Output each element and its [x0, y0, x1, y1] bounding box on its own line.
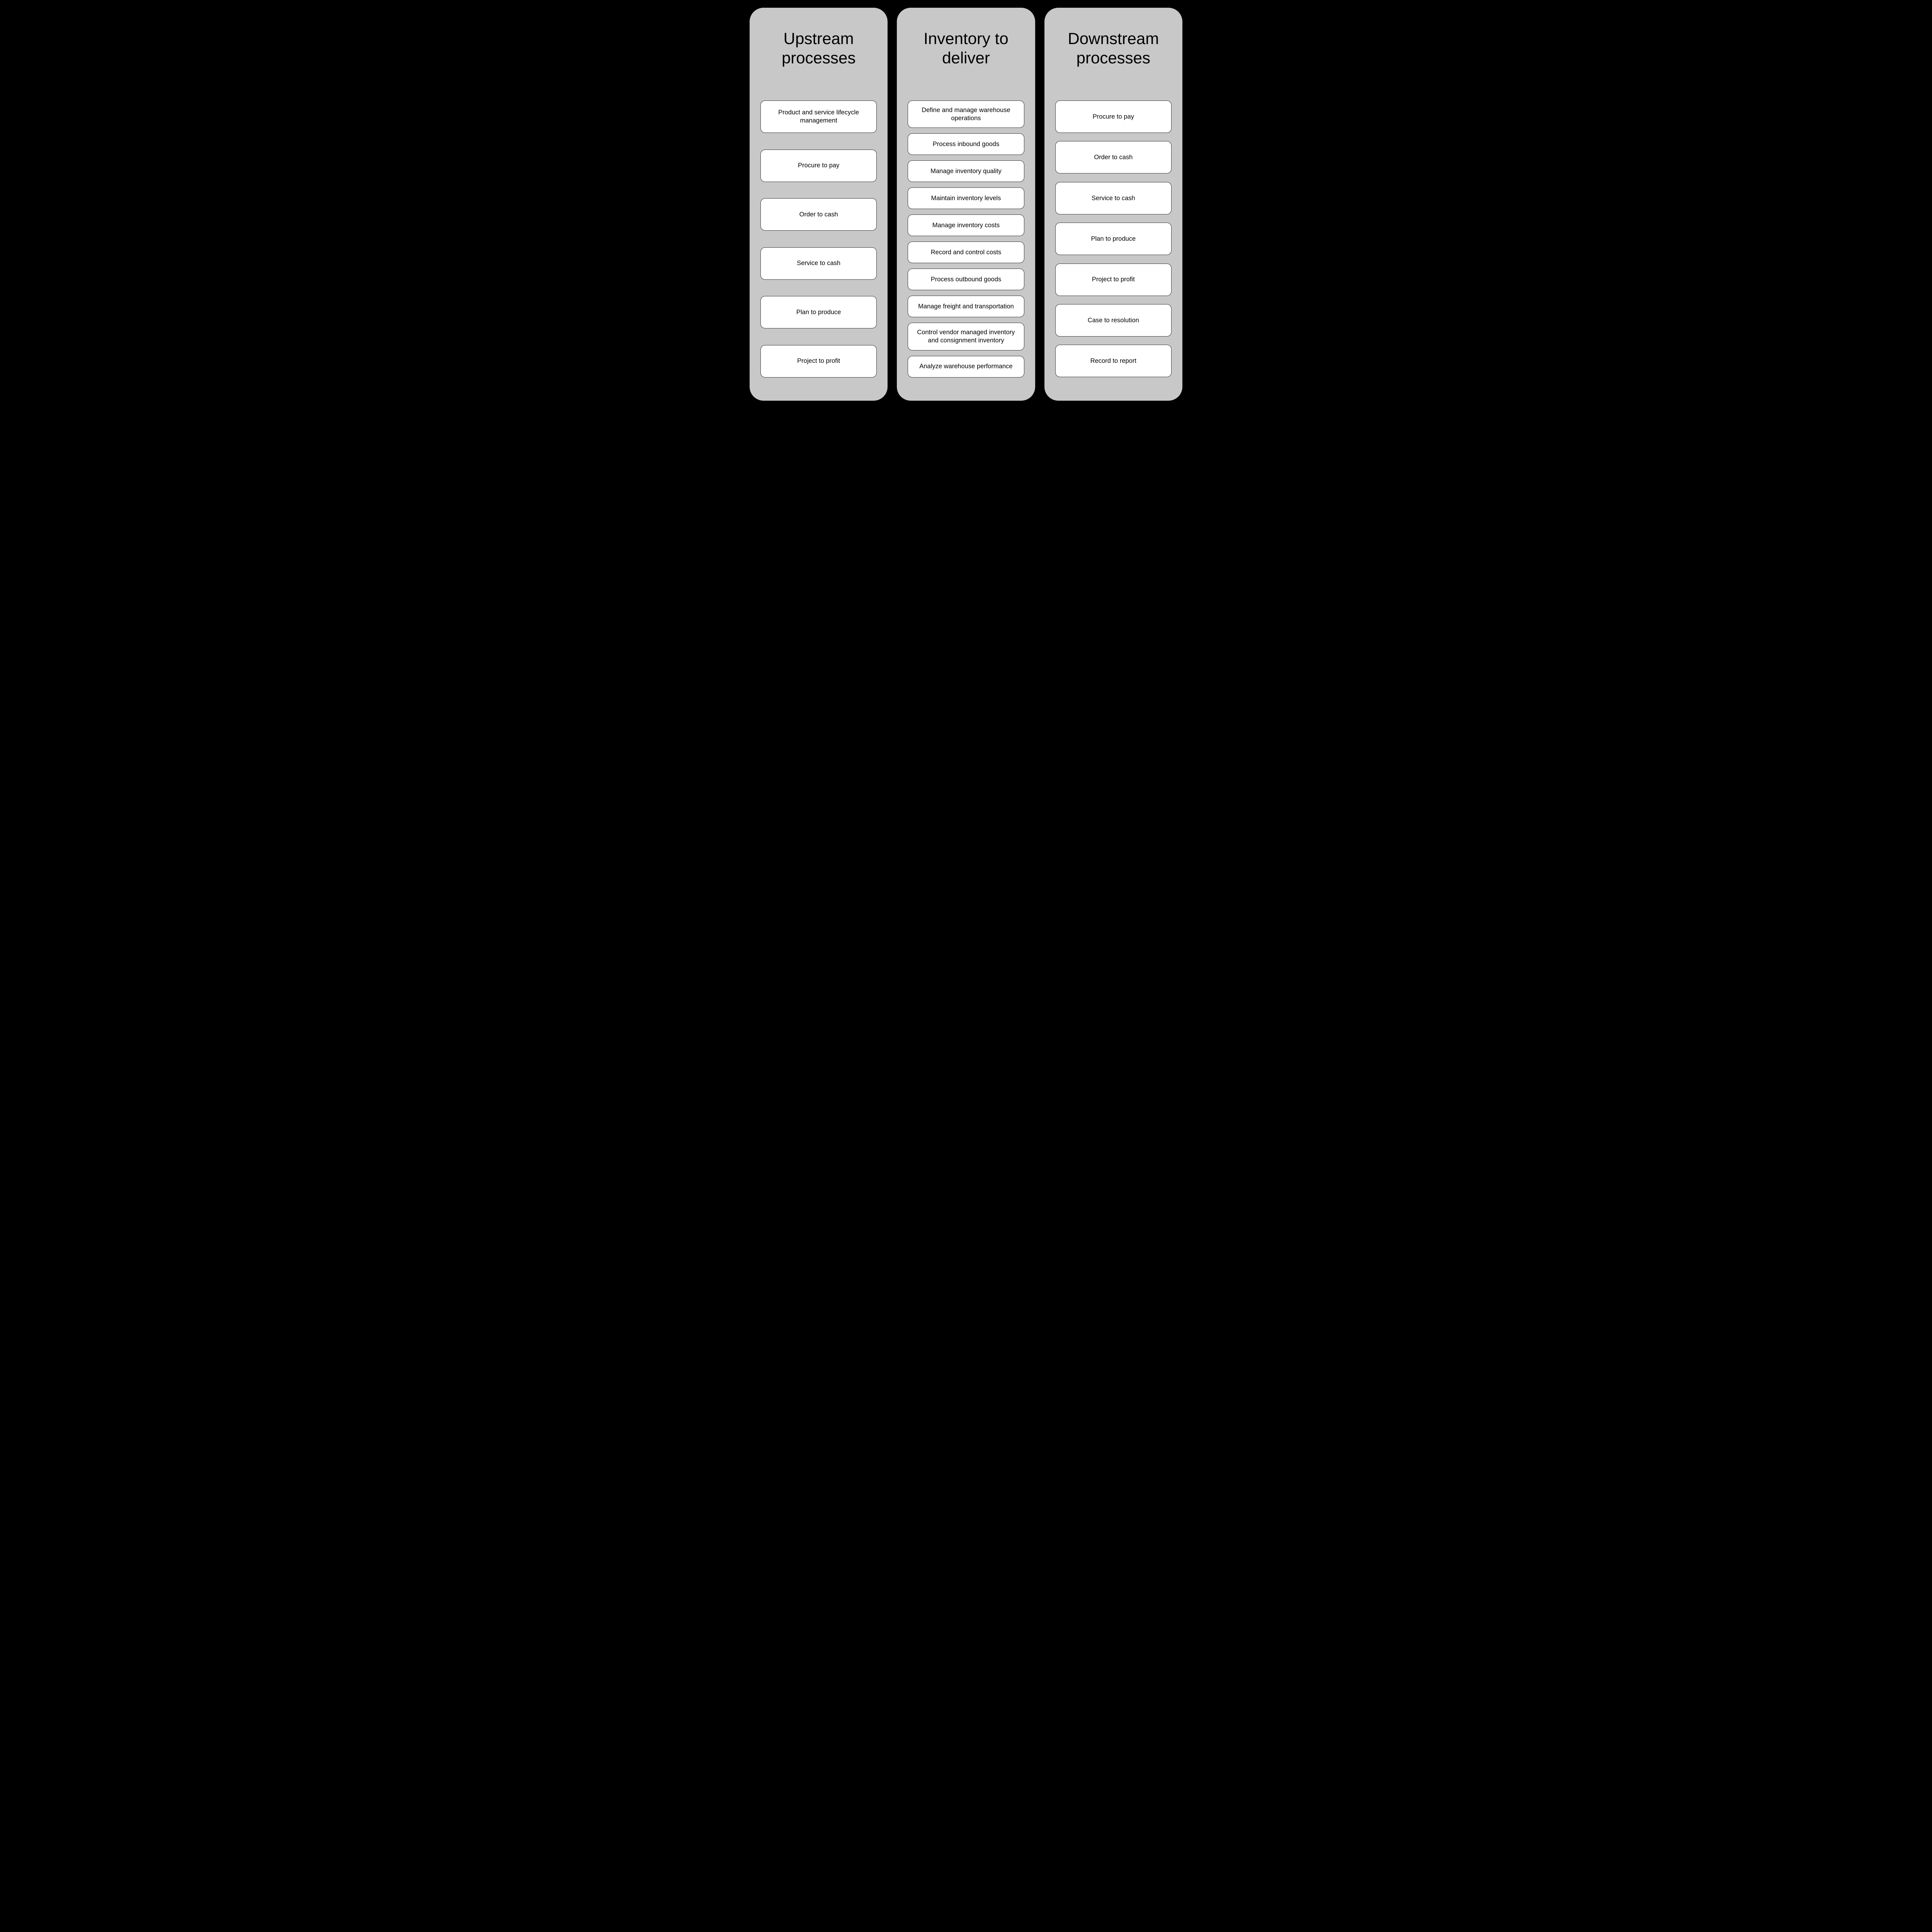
process-item: Procure to pay [1055, 100, 1172, 133]
process-item: Control vendor managed inventory and con… [908, 323, 1024, 350]
column-upstream: Upstream processes Product and service l… [750, 8, 888, 401]
column-title: Inventory to deliver [908, 27, 1024, 70]
column-downstream: Downstream processes Procure to pay Orde… [1044, 8, 1182, 401]
process-diagram: Upstream processes Product and service l… [750, 8, 1182, 401]
process-item: Manage freight and transportation [908, 296, 1024, 317]
column-items: Product and service lifecycle management… [760, 100, 877, 378]
process-item: Maintain inventory levels [908, 187, 1024, 209]
column-items: Procure to pay Order to cash Service to … [1055, 100, 1172, 378]
process-item: Product and service lifecycle management [760, 100, 877, 133]
process-item: Manage inventory costs [908, 214, 1024, 236]
process-item: Process outbound goods [908, 269, 1024, 290]
process-item: Manage inventory quality [908, 160, 1024, 182]
process-item: Define and manage warehouse operations [908, 100, 1024, 128]
process-item: Case to resolution [1055, 304, 1172, 337]
process-item: Analyze warehouse performance [908, 356, 1024, 378]
process-item: Procure to pay [760, 150, 877, 182]
process-item: Record to report [1055, 345, 1172, 377]
process-item: Project to profit [760, 345, 877, 378]
column-title: Downstream processes [1055, 27, 1172, 70]
process-item: Project to profit [1055, 264, 1172, 296]
column-items: Define and manage warehouse operations P… [908, 100, 1024, 378]
process-item: Service to cash [1055, 182, 1172, 214]
column-inventory: Inventory to deliver Define and manage w… [897, 8, 1035, 401]
process-item: Record and control costs [908, 242, 1024, 263]
process-item: Plan to produce [1055, 223, 1172, 255]
process-item: Order to cash [760, 198, 877, 231]
process-item: Service to cash [760, 247, 877, 280]
process-item: Order to cash [1055, 141, 1172, 173]
process-item: Plan to produce [760, 296, 877, 328]
column-title: Upstream processes [760, 27, 877, 70]
process-item: Process inbound goods [908, 133, 1024, 155]
